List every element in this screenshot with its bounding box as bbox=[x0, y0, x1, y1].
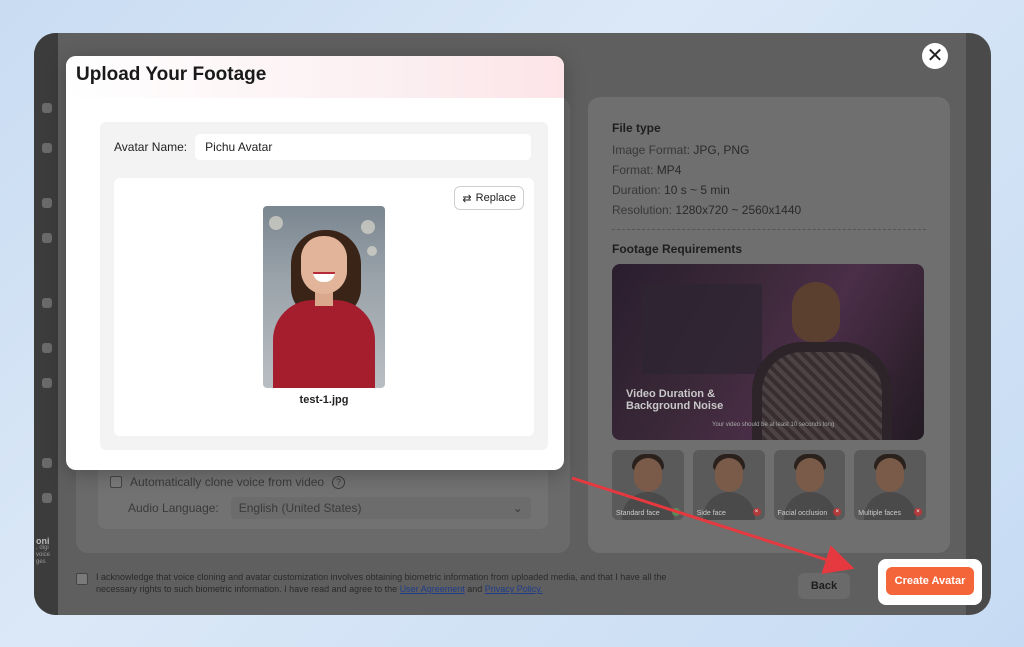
page-title: Upload Your Footage bbox=[76, 64, 267, 85]
upload-body: Avatar Name: Pichu Avatar ⇄ Replace test… bbox=[100, 122, 548, 450]
acknowledge-checkbox[interactable] bbox=[76, 573, 88, 585]
sidebar-icon[interactable] bbox=[42, 298, 52, 308]
photo-bokeh bbox=[367, 246, 377, 256]
file-type-line: Image Format: JPG, PNG bbox=[612, 143, 750, 157]
create-avatar-highlight: Create Avatar bbox=[878, 559, 982, 605]
cross-icon: × bbox=[833, 508, 842, 516]
sidebar-icon[interactable] bbox=[42, 458, 52, 468]
sidebar-icon[interactable] bbox=[42, 343, 52, 353]
avatar-name-row: Avatar Name: Pichu Avatar bbox=[114, 134, 532, 160]
photo-sweater bbox=[273, 300, 375, 388]
help-icon[interactable]: ? bbox=[332, 475, 346, 489]
thumb-standard-face: Standard face bbox=[612, 450, 684, 520]
create-avatar-button[interactable]: Create Avatar bbox=[886, 567, 974, 595]
voice-clone-section: Automatically clone voice from video ? A… bbox=[98, 465, 548, 529]
upload-header: Upload Your Footage bbox=[66, 56, 564, 98]
divider bbox=[612, 229, 926, 230]
photo-bokeh bbox=[361, 220, 375, 234]
sidebar-icon[interactable] bbox=[42, 493, 52, 503]
audio-language-value: English (United States) bbox=[238, 501, 362, 515]
cross-icon: × bbox=[752, 508, 761, 516]
video-caption: Background Noise bbox=[626, 400, 724, 412]
cross-icon: × bbox=[914, 508, 922, 516]
privacy-policy-link[interactable]: Privacy Policy. bbox=[485, 584, 543, 594]
audio-language-select[interactable]: English (United States) ⌄ bbox=[230, 497, 531, 519]
photo-bokeh bbox=[269, 216, 283, 230]
replace-label: Replace bbox=[475, 192, 516, 204]
video-caption: Video Duration & bbox=[626, 388, 716, 400]
file-type-title: File type bbox=[612, 121, 661, 135]
footage-requirements-title: Footage Requirements bbox=[612, 242, 743, 256]
avatar-name-label: Avatar Name: bbox=[114, 140, 188, 154]
thumb-multiple-faces: Multiple faces × bbox=[854, 450, 926, 520]
thumb-label: Facial occlusion bbox=[777, 510, 828, 517]
uploaded-photo bbox=[263, 206, 385, 388]
photo-face bbox=[301, 236, 347, 294]
thumb-label: Side face bbox=[696, 510, 726, 517]
check-icon bbox=[671, 508, 680, 516]
close-icon[interactable]: ✕ bbox=[922, 43, 948, 69]
thumb-label: Multiple faces bbox=[858, 510, 902, 517]
sidebar-icon[interactable] bbox=[42, 103, 52, 113]
video-subcaption: Your video should be at least 10 seconds… bbox=[712, 422, 835, 428]
uploaded-filename: test-1.jpg bbox=[299, 394, 349, 406]
avatar-name-input[interactable]: Pichu Avatar bbox=[195, 134, 532, 160]
clone-voice-label: Automatically clone voice from video bbox=[130, 475, 325, 489]
requirements-video[interactable]: Video Duration & Background Noise Your v… bbox=[612, 264, 924, 440]
audio-language-label: Audio Language: bbox=[128, 501, 219, 515]
sidebar-icon[interactable] bbox=[42, 233, 52, 243]
sidebar-icon[interactable] bbox=[42, 143, 52, 153]
sidebar-icon[interactable] bbox=[42, 198, 52, 208]
swap-icon: ⇄ bbox=[462, 192, 472, 205]
thumb-facial-occlusion: Facial occlusion × bbox=[773, 450, 846, 520]
chevron-down-icon: ⌄ bbox=[512, 501, 523, 515]
video-background bbox=[642, 284, 762, 374]
video-head bbox=[792, 282, 840, 342]
user-agreement-link[interactable]: User Agreement bbox=[400, 584, 465, 594]
upload-footage-card: Upload Your Footage Avatar Name: Pichu A… bbox=[66, 56, 564, 470]
thumb-label: Standard face bbox=[616, 510, 660, 517]
requirements-panel: File type Image Format: JPG, PNG Format:… bbox=[588, 97, 950, 553]
file-type-line: Duration: 10 s ~ 5 min bbox=[612, 183, 730, 197]
thumb-side-face: Side face × bbox=[692, 450, 765, 520]
back-button[interactable]: Back bbox=[798, 573, 850, 599]
file-type-line: Format: MP4 bbox=[612, 163, 682, 177]
acknowledgement: I acknowledge that voice cloning and ava… bbox=[76, 571, 676, 595]
sidebar-icon[interactable] bbox=[42, 378, 52, 388]
and-text: and bbox=[467, 584, 483, 594]
replace-button[interactable]: ⇄ Replace bbox=[454, 186, 524, 210]
image-preview: ⇄ Replace test-1.jpg bbox=[114, 178, 534, 436]
file-type-line: Resolution: 1280x720 ~ 2560x1440 bbox=[612, 203, 802, 217]
acknowledgement-text: I acknowledge that voice cloning and ava… bbox=[96, 572, 667, 594]
clone-voice-checkbox[interactable] bbox=[110, 476, 122, 488]
app-sidebar bbox=[34, 33, 58, 615]
example-thumbnails: Standard face Side face × Facial occlusi… bbox=[612, 450, 926, 520]
